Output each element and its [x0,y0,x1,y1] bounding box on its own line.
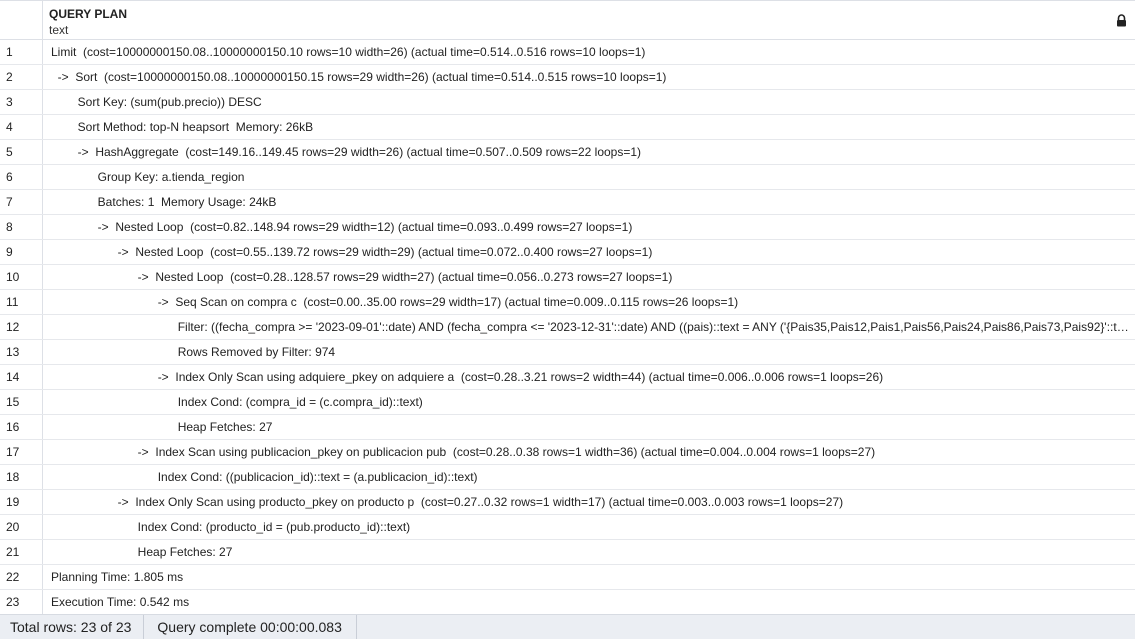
row-number[interactable]: 1 [0,40,43,64]
row-number[interactable]: 8 [0,215,43,239]
column-title: QUERY PLAN [49,7,128,21]
table-row[interactable]: 13 Rows Removed by Filter: 974 [0,340,1135,365]
grid-rows: 1 Limit (cost=10000000150.08..10000000150… [0,40,1135,614]
query-plan-cell[interactable]: Index Cond: ((publicacion_id)::text = (a… [43,465,1135,489]
table-row[interactable]: 11 -> Seq Scan on compra c (cost=0.00..3… [0,290,1135,315]
grid-header: QUERY PLAN text [0,1,1135,40]
row-number[interactable]: 21 [0,540,43,564]
row-number[interactable]: 22 [0,565,43,589]
query-plan-cell[interactable]: Group Key: a.tienda_region [43,165,1135,189]
query-plan-cell[interactable]: -> Index Only Scan using producto_pkey o… [43,490,1135,514]
row-number[interactable]: 7 [0,190,43,214]
status-bar: Total rows: 23 of 23 Query complete 00:0… [0,614,1135,639]
row-number[interactable]: 13 [0,340,43,364]
table-row[interactable]: 1 Limit (cost=10000000150.08..10000000150… [0,40,1135,65]
row-number[interactable]: 23 [0,590,43,614]
row-number[interactable]: 10 [0,265,43,289]
query-plan-cell[interactable]: Index Cond: (producto_id = (pub.producto… [43,515,1135,539]
table-row[interactable]: 17 -> Index Scan using publicacion_pkey … [0,440,1135,465]
query-plan-cell[interactable]: Heap Fetches: 27 [43,415,1135,439]
row-number[interactable]: 17 [0,440,43,464]
query-plan-cell[interactable]: -> Nested Loop (cost=0.28..128.57 rows=2… [43,265,1135,289]
lock-icon [1117,14,1126,27]
row-number[interactable]: 18 [0,465,43,489]
table-row[interactable]: 20 Index Cond: (producto_id = (pub.produ… [0,515,1135,540]
table-row[interactable]: 18 Index Cond: ((publicacion_id)::text =… [0,465,1135,490]
row-number[interactable]: 2 [0,65,43,89]
table-row[interactable]: 16 Heap Fetches: 27 [0,415,1135,440]
table-row[interactable]: 5 -> HashAggregate (cost=149.16..149.45 … [0,140,1135,165]
table-row[interactable]: 7 Batches: 1 Memory Usage: 24kB [0,190,1135,215]
query-plan-cell[interactable]: Filter: ((fecha_compra >= '2023-09-01'::… [43,315,1135,339]
query-plan-cell[interactable]: Limit (cost=10000000150.08..10000000150.… [43,40,1135,64]
row-number[interactable]: 20 [0,515,43,539]
row-number[interactable]: 4 [0,115,43,139]
table-row[interactable]: 3 Sort Key: (sum(pub.precio)) DESC [0,90,1135,115]
row-number-header[interactable] [0,1,43,39]
query-plan-cell[interactable]: Rows Removed by Filter: 974 [43,340,1135,364]
table-row[interactable]: 14 -> Index Only Scan using adquiere_pke… [0,365,1135,390]
table-row[interactable]: 2 -> Sort (cost=10000000150.08..10000000… [0,65,1135,90]
query-plan-cell[interactable]: Sort Key: (sum(pub.precio)) DESC [43,90,1135,114]
table-row[interactable]: 9 -> Nested Loop (cost=0.55..139.72 rows… [0,240,1135,265]
query-plan-cell[interactable]: -> Nested Loop (cost=0.55..139.72 rows=2… [43,240,1135,264]
row-number[interactable]: 11 [0,290,43,314]
column-type: text [49,23,69,37]
table-row[interactable]: 22 Planning Time: 1.805 ms [0,565,1135,590]
query-plan-cell[interactable]: -> Sort (cost=10000000150.08..1000000015… [43,65,1135,89]
row-number[interactable]: 9 [0,240,43,264]
query-plan-cell[interactable]: -> Seq Scan on compra c (cost=0.00..35.0… [43,290,1135,314]
row-number[interactable]: 15 [0,390,43,414]
query-plan-cell[interactable]: Execution Time: 0.542 ms [43,590,1135,614]
table-row[interactable]: 12 Filter: ((fecha_compra >= '2023-09-01… [0,315,1135,340]
query-result-grid: QUERY PLAN text 1 Limit (cost=10000000150… [0,0,1135,614]
row-number[interactable]: 12 [0,315,43,339]
row-number[interactable]: 6 [0,165,43,189]
total-rows-status: Total rows: 23 of 23 [0,615,145,639]
query-plan-cell[interactable]: -> Index Scan using publicacion_pkey on … [43,440,1135,464]
table-row[interactable]: 6 Group Key: a.tienda_region [0,165,1135,190]
table-row[interactable]: 15 Index Cond: (compra_id = (c.compra_id… [0,390,1135,415]
table-row[interactable]: 4 Sort Method: top-N heapsort Memory: 26… [0,115,1135,140]
row-number[interactable]: 14 [0,365,43,389]
query-plan-cell[interactable]: -> Nested Loop (cost=0.82..148.94 rows=2… [43,215,1135,239]
table-row[interactable]: 23 Execution Time: 0.542 ms [0,590,1135,614]
row-number[interactable]: 5 [0,140,43,164]
table-row[interactable]: 21 Heap Fetches: 27 [0,540,1135,565]
row-number[interactable]: 19 [0,490,43,514]
row-number[interactable]: 3 [0,90,43,114]
row-number[interactable]: 16 [0,415,43,439]
query-plan-cell[interactable]: Batches: 1 Memory Usage: 24kB [43,190,1135,214]
table-row[interactable]: 10 -> Nested Loop (cost=0.28..128.57 row… [0,265,1135,290]
query-plan-cell[interactable]: Index Cond: (compra_id = (c.compra_id)::… [43,390,1135,414]
query-plan-cell[interactable]: -> Index Only Scan using adquiere_pkey o… [43,365,1135,389]
query-plan-cell[interactable]: Sort Method: top-N heapsort Memory: 26kB [43,115,1135,139]
table-row[interactable]: 8 -> Nested Loop (cost=0.82..148.94 rows… [0,215,1135,240]
query-plan-cell[interactable]: Planning Time: 1.805 ms [43,565,1135,589]
table-row[interactable]: 19 -> Index Only Scan using producto_pke… [0,490,1135,515]
query-status: Query complete 00:00:00.083 [144,615,357,639]
column-header-query-plan[interactable]: QUERY PLAN text [43,1,1135,39]
query-plan-cell[interactable]: -> HashAggregate (cost=149.16..149.45 ro… [43,140,1135,164]
query-plan-cell[interactable]: Heap Fetches: 27 [43,540,1135,564]
